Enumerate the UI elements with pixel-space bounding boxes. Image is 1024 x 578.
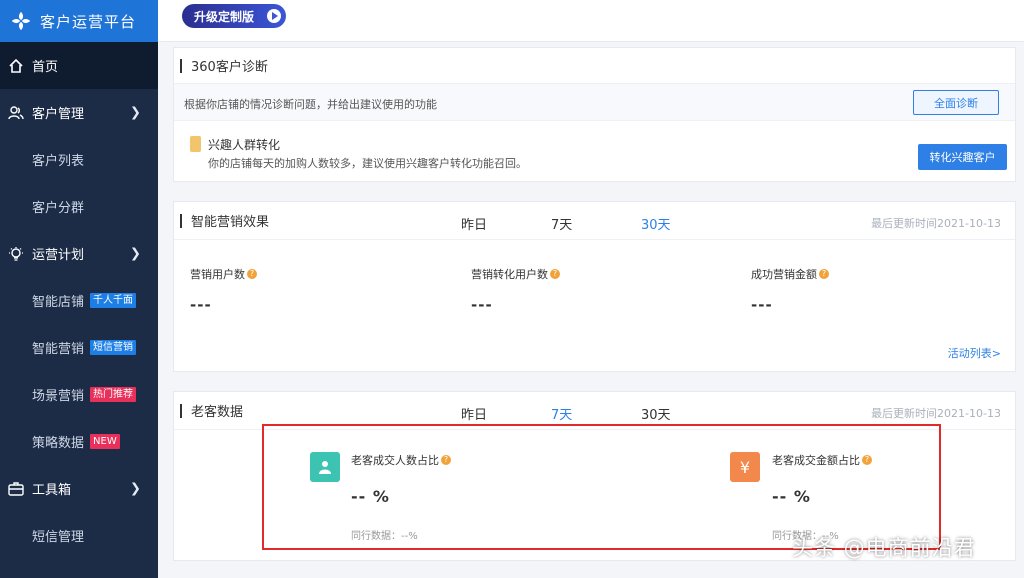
last-updated: 最后更新时间2021-10-13	[871, 407, 1001, 420]
returning-title: 老客数据	[191, 405, 244, 420]
metric-converted-users: 营销转化用户数?	[471, 266, 560, 282]
chevron-right-icon: ❯	[130, 105, 141, 120]
upgrade-button[interactable]: 升级定制版	[182, 4, 286, 28]
section-marker	[180, 58, 182, 73]
sidebar-item-label: 客户分群	[32, 201, 85, 216]
marketing-header: 智能营销效果 昨日 7天 30天 最后更新时间2021-10-13	[174, 202, 1015, 240]
sidebar-item-home[interactable]: 首页	[0, 42, 158, 89]
range-yesterday[interactable]: 昨日	[461, 214, 487, 233]
sidebar-item-label: 短信管理	[32, 530, 85, 545]
sidebar-item-scene-marketing[interactable]: 场景营销 热门推荐	[0, 371, 158, 418]
help-icon[interactable]: ?	[550, 269, 560, 279]
users-icon	[8, 105, 24, 121]
sidebar-item-smart-marketing[interactable]: 智能营销 短信营销	[0, 324, 158, 371]
sidebar-item-ops-plan[interactable]: 运营计划 ❯	[0, 230, 158, 277]
upgrade-label: 升级定制版	[194, 9, 255, 24]
sidebar-item-strategy-data[interactable]: 策略数据 NEW	[0, 418, 158, 465]
section-marker	[180, 213, 182, 228]
diagnosis-panel: 360客户诊断 根据你店铺的情况诊断问题，并给出建议使用的功能 全面诊断 兴趣人…	[173, 47, 1016, 182]
top-bar: 升级定制版	[158, 0, 1024, 42]
sidebar-item-sms-management[interactable]: 短信管理	[0, 512, 158, 559]
marketing-effect-panel: 智能营销效果 昨日 7天 30天 最后更新时间2021-10-13 营销用户数?…	[173, 201, 1016, 372]
chevron-right-icon: ❯	[130, 246, 141, 261]
help-icon[interactable]: ?	[247, 269, 257, 279]
chevron-right-icon: ❯	[130, 481, 141, 496]
range-7-days[interactable]: 7天	[551, 404, 572, 423]
metric-marketing-amount: 成功营销金额?	[751, 266, 829, 282]
metric-marketing-users: 营销用户数?	[190, 266, 257, 282]
sidebar-item-customer-group[interactable]: 客户分群	[0, 183, 158, 230]
tag-icon	[190, 136, 201, 152]
metric-value: ---	[190, 296, 212, 314]
sidebar-item-label: 客户管理	[32, 107, 85, 122]
marketing-title: 智能营销效果	[191, 215, 270, 230]
section-marker	[180, 403, 182, 418]
convert-interest-customers-button[interactable]: 转化兴趣客户	[918, 144, 1007, 170]
sidebar-item-smart-store[interactable]: 智能店铺 千人千面	[0, 277, 158, 324]
feature-tag: 短信营销	[90, 340, 137, 355]
range-7-days[interactable]: 7天	[551, 214, 572, 233]
range-yesterday[interactable]: 昨日	[461, 404, 487, 423]
sidebar-item-customer-management[interactable]: 客户管理 ❯	[0, 89, 158, 136]
toolbox-icon	[8, 481, 24, 497]
app-logo-icon	[11, 11, 31, 31]
new-tag: NEW	[90, 434, 120, 449]
feature-tag: 千人千面	[90, 293, 137, 308]
sidebar-item-toolbox[interactable]: 工具箱 ❯	[0, 465, 158, 512]
sidebar-item-label: 智能店铺	[32, 295, 85, 310]
range-30-days[interactable]: 30天	[641, 214, 671, 233]
metric-value: ---	[471, 296, 493, 314]
play-icon	[267, 9, 281, 23]
sidebar-item-label: 场景营销	[32, 389, 85, 404]
diagnosis-title: 360客户诊断	[191, 60, 268, 75]
diagnosis-item: 兴趣人群转化 你的店铺每天的加购人数较多，建议使用兴趣客户转化功能召回。 转化兴…	[174, 122, 1015, 182]
sidebar-item-customer-list[interactable]: 客户列表	[0, 136, 158, 183]
metric-label: 营销转化用户数	[471, 268, 548, 281]
sidebar: 客户运营平台 首页 客户管理 ❯ 客户列表 客户分群 运营计划 ❯ 智能店铺 千…	[0, 0, 158, 578]
diagnosis-item-desc: 你的店铺每天的加购人数较多，建议使用兴趣客户转化功能召回。	[208, 157, 527, 170]
full-diagnosis-button[interactable]: 全面诊断	[913, 90, 999, 115]
brand-header[interactable]: 客户运营平台	[0, 0, 158, 42]
app-title: 客户运营平台	[40, 12, 137, 31]
hot-tag: 热门推荐	[90, 387, 137, 402]
metric-value: ---	[751, 296, 773, 314]
metric-label: 营销用户数	[190, 268, 245, 281]
metric-label: 成功营销金额	[751, 268, 817, 281]
diagnosis-header: 360客户诊断	[174, 48, 1015, 84]
watermark: 头条 @电商前沿君	[792, 536, 976, 560]
diagnosis-summary-row: 根据你店铺的情况诊断问题，并给出建议使用的功能 全面诊断	[174, 84, 1015, 121]
range-30-days[interactable]: 30天	[641, 404, 671, 423]
sidebar-item-label: 首页	[32, 60, 59, 75]
help-icon[interactable]: ?	[819, 269, 829, 279]
last-updated: 最后更新时间2021-10-13	[871, 217, 1001, 230]
activity-list-link[interactable]: 活动列表>	[948, 345, 1001, 361]
diagnosis-desc: 根据你店铺的情况诊断问题，并给出建议使用的功能	[184, 98, 437, 111]
lightbulb-icon	[8, 246, 24, 262]
sidebar-item-label: 客户列表	[32, 154, 85, 169]
diagnosis-item-title: 兴趣人群转化	[208, 138, 281, 152]
home-icon	[8, 58, 24, 74]
sidebar-item-label: 策略数据	[32, 436, 85, 451]
sidebar-item-label: 工具箱	[32, 483, 72, 498]
sidebar-item-label: 智能营销	[32, 342, 85, 357]
sidebar-item-label: 运营计划	[32, 248, 85, 263]
